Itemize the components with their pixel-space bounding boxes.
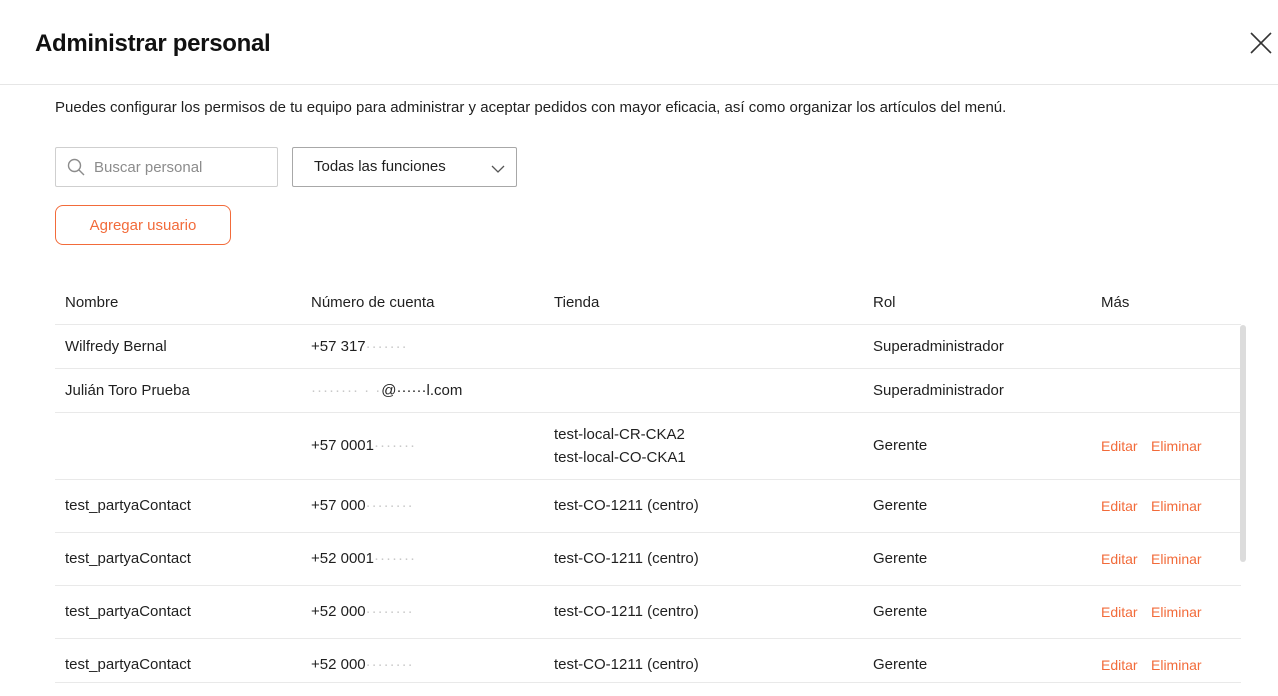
staff-role: Gerente xyxy=(873,497,928,514)
edit-link[interactable]: Editar xyxy=(1101,498,1138,514)
account-number: ········ · ·@······l.com xyxy=(311,382,463,399)
search-field[interactable] xyxy=(55,147,278,187)
table-row: Julián Toro Prueba ········ · ·@······l.… xyxy=(55,369,1241,413)
staff-table: Nombre Número de cuenta Tienda Rol Más W… xyxy=(55,281,1241,683)
dialog-header: Administrar personal xyxy=(0,0,1278,85)
store-name: test-local-CR-CKA2 xyxy=(554,426,685,443)
edit-link[interactable]: Editar xyxy=(1101,551,1138,567)
store-name: test-CO-1211 (centro) xyxy=(554,550,699,567)
account-number: +52 000········ xyxy=(311,656,414,673)
search-input[interactable] xyxy=(94,148,274,186)
account-number: +52 000········ xyxy=(311,603,414,620)
edit-link[interactable]: Editar xyxy=(1101,657,1138,673)
table-row: Wilfredy Bernal +57 317······· Superadmi… xyxy=(55,325,1241,369)
table-row: +57 0001······· test-local-CR-CKA2 test-… xyxy=(55,413,1241,480)
store-name: test-CO-1211 (centro) xyxy=(554,656,699,673)
staff-name: test_partyaContact xyxy=(65,656,191,673)
column-header-account: Número de cuenta xyxy=(311,294,435,311)
page-description: Puedes configurar los permisos de tu equ… xyxy=(55,99,1007,116)
table-row: test_partyaContact +52 000········ test-… xyxy=(55,586,1241,639)
store-name: test-CO-1211 (centro) xyxy=(554,497,699,514)
chevron-down-icon xyxy=(491,165,505,173)
staff-role: Gerente xyxy=(873,656,928,673)
account-number: +57 317······· xyxy=(311,338,408,355)
table-row: test_partyaContact +57 000········ test-… xyxy=(55,480,1241,533)
staff-role: Gerente xyxy=(873,437,928,454)
search-icon xyxy=(67,158,85,176)
account-number: +57 000········ xyxy=(311,497,414,514)
delete-link[interactable]: Eliminar xyxy=(1151,657,1202,673)
staff-role: Superadministrador xyxy=(873,382,1004,399)
delete-link[interactable]: Eliminar xyxy=(1151,551,1202,567)
staff-name: Julián Toro Prueba xyxy=(65,382,190,399)
staff-name: test_partyaContact xyxy=(65,550,191,567)
store-name: test-CO-1211 (centro) xyxy=(554,603,699,620)
column-header-more: Más xyxy=(1101,294,1130,311)
staff-name: Wilfredy Bernal xyxy=(65,338,167,355)
store-name: test-local-CO-CKA1 xyxy=(554,449,686,466)
delete-link[interactable]: Eliminar xyxy=(1151,498,1202,514)
staff-name: test_partyaContact xyxy=(65,497,191,514)
role-filter-value: Todas las funciones xyxy=(314,158,446,175)
staff-name: test_partyaContact xyxy=(65,603,191,620)
delete-link[interactable]: Eliminar xyxy=(1151,438,1202,454)
account-number: +52 0001······· xyxy=(311,550,416,567)
edit-link[interactable]: Editar xyxy=(1101,604,1138,620)
delete-link[interactable]: Eliminar xyxy=(1151,604,1202,620)
table-header: Nombre Número de cuenta Tienda Rol Más xyxy=(55,281,1241,325)
table-row: test_partyaContact +52 0001······· test-… xyxy=(55,533,1241,586)
staff-role: Gerente xyxy=(873,550,928,567)
close-button[interactable] xyxy=(1246,28,1276,58)
staff-role: Gerente xyxy=(873,603,928,620)
table-row: test_partyaContact +52 000········ test-… xyxy=(55,639,1241,683)
column-header-store: Tienda xyxy=(554,294,600,311)
close-icon xyxy=(1250,32,1272,54)
staff-role: Superadministrador xyxy=(873,338,1004,355)
store-list: test-local-CR-CKA2 test-local-CO-CKA1 xyxy=(554,423,686,469)
table-scrollbar[interactable] xyxy=(1240,325,1246,562)
edit-link[interactable]: Editar xyxy=(1101,438,1138,454)
page-title: Administrar personal xyxy=(35,30,271,57)
add-user-button[interactable]: Agregar usuario xyxy=(55,205,231,245)
role-filter-select[interactable]: Todas las funciones xyxy=(292,147,517,187)
account-number: +57 0001······· xyxy=(311,437,416,454)
column-header-role: Rol xyxy=(873,294,896,311)
column-header-name: Nombre xyxy=(65,294,119,311)
